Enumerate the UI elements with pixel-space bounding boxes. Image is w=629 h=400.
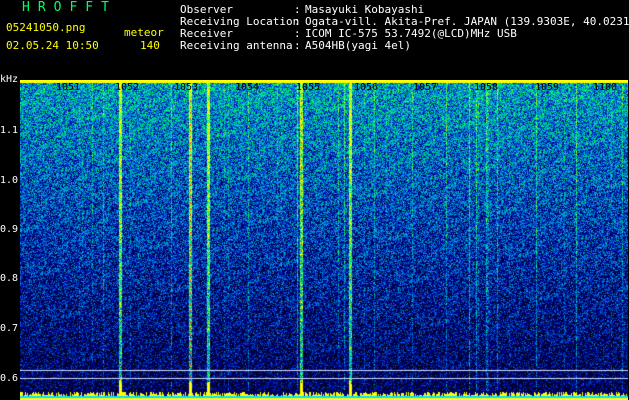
x-tick-label: 1056	[354, 82, 379, 93]
meta-value-antenna: A504HB(yagi 4el)	[305, 39, 411, 52]
x-tick-label: 1055	[296, 82, 321, 93]
file-name: 05241050.png	[6, 21, 86, 34]
y-tick-label: 0.6	[0, 373, 19, 384]
y-tick-label: 1.0	[0, 175, 19, 186]
y-tick-label: 0.8	[0, 273, 19, 284]
meta-colon: :	[294, 39, 301, 52]
x-tick-label: 1054	[235, 82, 260, 93]
spectrogram-canvas	[20, 80, 628, 400]
header-panel: HROFFT 05241050.png meteor 02.05.24 10:5…	[0, 0, 629, 85]
y-tick-label: 0.9	[0, 224, 19, 235]
x-tick-label: 1100	[593, 82, 618, 93]
observation-type: meteor	[124, 26, 164, 39]
y-tick-label: 1.1	[0, 125, 19, 136]
meteor-count: 140	[140, 39, 160, 52]
x-tick-label: 1052	[115, 82, 140, 93]
x-tick-label: 1053	[174, 82, 199, 93]
x-tick-label: 1057	[413, 82, 438, 93]
y-axis-unit: kHz	[0, 74, 19, 85]
x-tick-label: 1051	[56, 82, 81, 93]
timestamp: 02.05.24 10:50	[6, 39, 99, 52]
x-tick-label: 1058	[474, 82, 499, 93]
x-tick-label: 1059	[535, 82, 560, 93]
app-logo: HROFFT	[22, 0, 117, 15]
meta-label-antenna: Receiving antenna	[180, 39, 293, 52]
y-tick-label: 0.7	[0, 323, 19, 334]
